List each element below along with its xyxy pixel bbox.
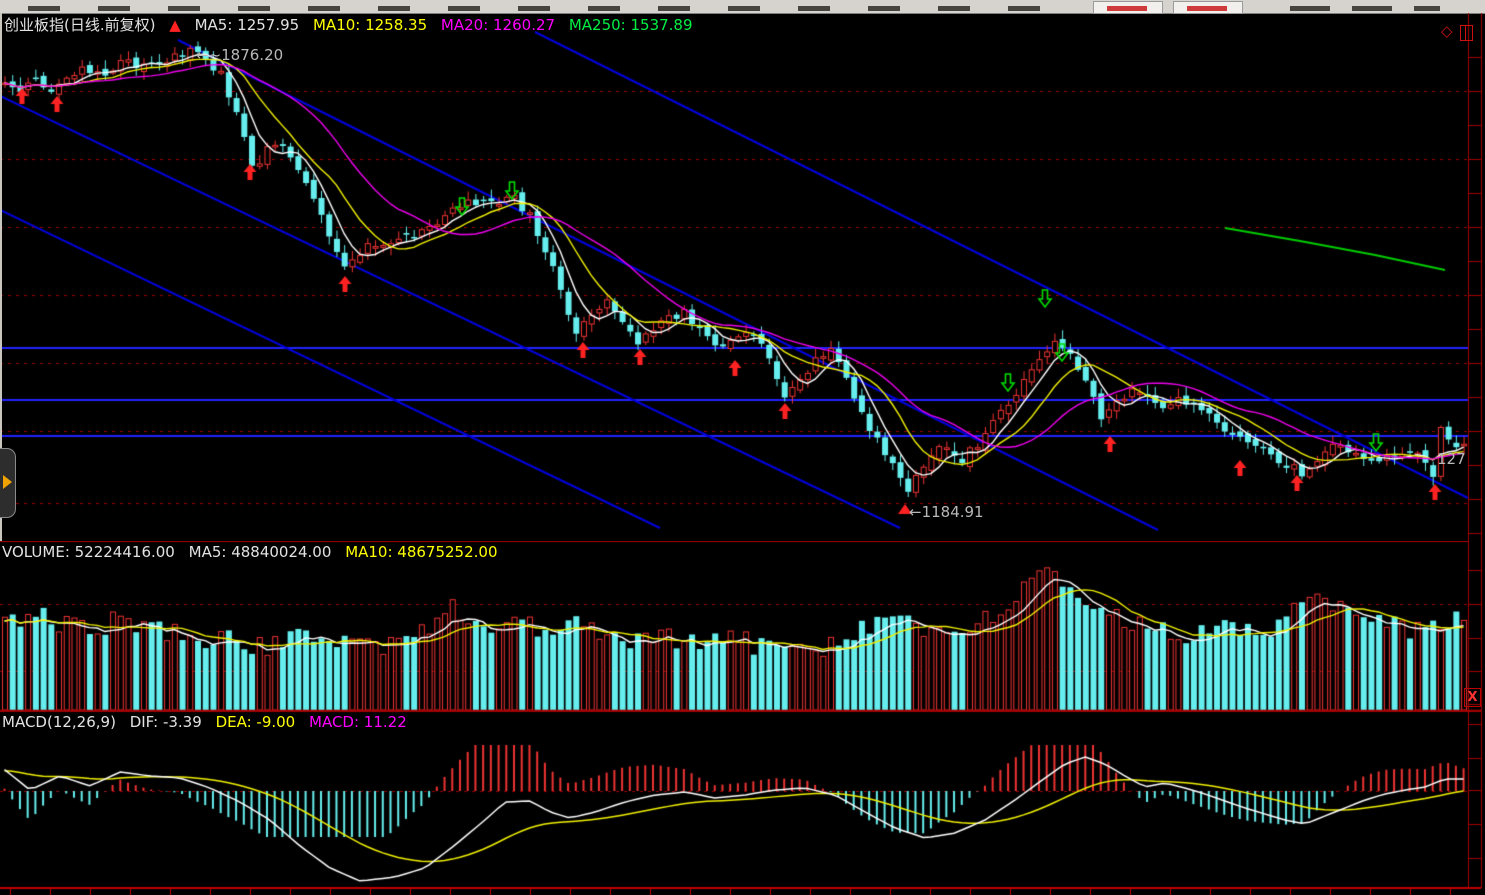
volume-ma5-value: MA5: 48840024.00 <box>189 543 332 561</box>
dea-value: DEA: -9.00 <box>216 713 296 731</box>
macd-value: MACD: 11.22 <box>309 713 407 731</box>
macd-name: MACD(12,26,9) <box>2 713 116 731</box>
split-view-icon-divider <box>1465 26 1466 40</box>
volume-chart-canvas[interactable] <box>0 541 1485 711</box>
trend-up-arrow-icon: ▲ <box>169 16 181 34</box>
toolbar-button-label-clipped <box>1187 6 1227 11</box>
ma250-value: MA250: 1537.89 <box>569 16 693 34</box>
split-view-icon[interactable] <box>1460 25 1473 41</box>
main-chart-canvas[interactable] <box>0 13 1485 541</box>
volume-value: VOLUME: 52224416.00 <box>2 543 175 561</box>
menu-bar-clipped-text <box>1290 6 1440 11</box>
menu-bar <box>0 0 1485 14</box>
sidebar-expand-handle[interactable] <box>0 448 16 518</box>
volume-ma10-value: MA10: 48675252.00 <box>345 543 497 561</box>
high-price-annotation: ←~1876.20 <box>196 46 283 64</box>
low-price-annotation: ←1184.91 <box>909 503 984 521</box>
diamond-icon[interactable]: ◇ <box>1441 22 1453 40</box>
main-chart-header: 创业板指(日线.前复权) ▲ MA5: 1257.95 MA10: 1258.3… <box>4 14 702 35</box>
menu-bar-clipped-text <box>28 6 1078 11</box>
ma10-value: MA10: 1258.35 <box>313 16 427 34</box>
dif-value: DIF: -3.39 <box>130 713 202 731</box>
last-price-label: 127 <box>1437 450 1466 468</box>
ma5-value: MA5: 1257.95 <box>195 16 300 34</box>
ma20-value: MA20: 1260.27 <box>441 16 555 34</box>
chart-title: 创业板指(日线.前复权) <box>4 16 155 34</box>
volume-panel-header: VOLUME: 52224416.00 MA5: 48840024.00 MA1… <box>2 543 507 561</box>
macd-chart-canvas[interactable] <box>0 711 1485 895</box>
expand-arrow-icon <box>3 475 12 489</box>
macd-panel-header: MACD(12,26,9) DIF: -3.39 DEA: -9.00 MACD… <box>2 713 416 731</box>
close-indicator-button[interactable]: X <box>1464 688 1481 707</box>
toolbar-button-label-clipped <box>1107 6 1147 11</box>
trading-app-window: 创业板指(日线.前复权) ▲ MA5: 1257.95 MA10: 1258.3… <box>0 0 1485 895</box>
